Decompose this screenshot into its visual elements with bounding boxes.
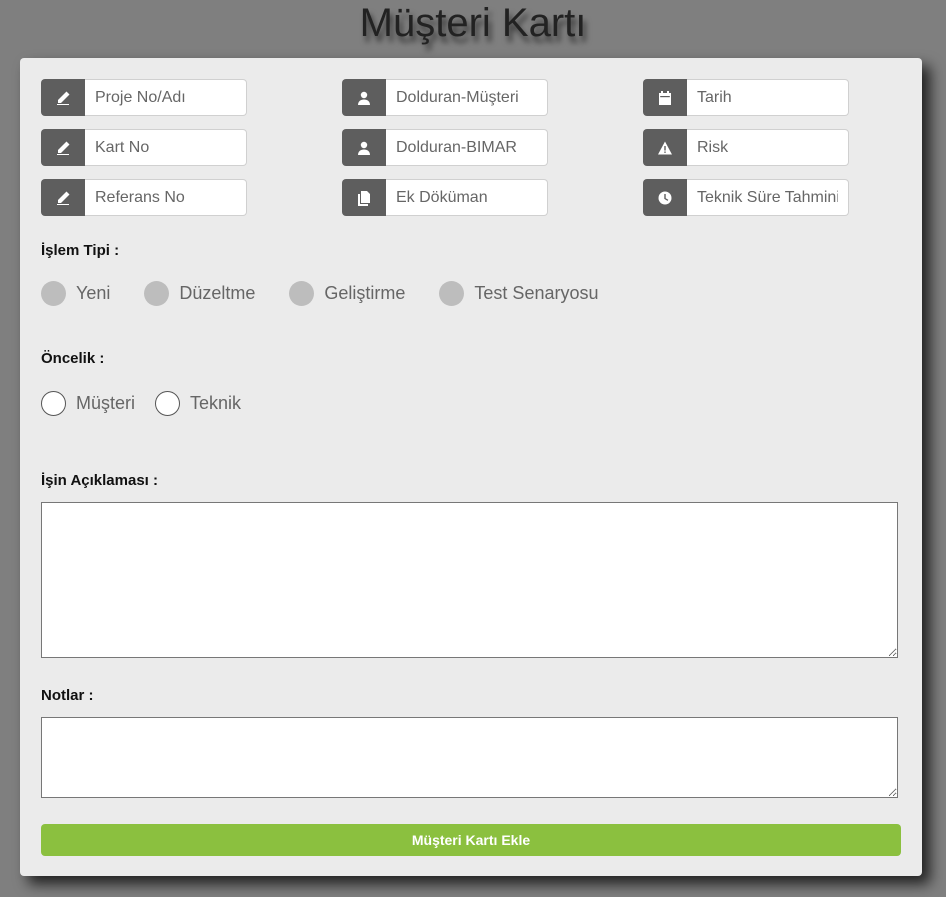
radio-teknik[interactable]: Teknik	[155, 391, 241, 416]
aciklama-textarea[interactable]	[41, 502, 898, 658]
islem-tipi-radio-group: Yeni Düzeltme Geliştirme Test Senaryosu	[41, 281, 633, 306]
radio-gelistirme[interactable]: Geliştirme	[289, 281, 405, 306]
referans-field	[41, 179, 247, 216]
teknik-sure-input[interactable]	[687, 179, 849, 216]
notlar-label: Notlar :	[41, 687, 94, 704]
dolduran-bimar-field	[342, 129, 548, 166]
ek-dokuman-field	[342, 179, 548, 216]
radio-button[interactable]	[41, 281, 66, 306]
radio-button[interactable]	[439, 281, 465, 306]
oncelik-label: Öncelik :	[41, 350, 105, 367]
warning-icon	[643, 129, 687, 166]
referans-input[interactable]	[85, 179, 247, 216]
radio-yeni[interactable]: Yeni	[41, 281, 110, 306]
proje-input[interactable]	[85, 79, 247, 116]
pencil-icon	[41, 179, 85, 216]
dolduran-musteri-field	[342, 79, 548, 116]
tarih-field	[643, 79, 849, 116]
user-icon	[342, 129, 386, 166]
ek-dokuman-input[interactable]	[386, 179, 548, 216]
dolduran-bimar-input[interactable]	[386, 129, 548, 166]
islem-tipi-label: İşlem Tipi :	[41, 242, 120, 259]
calendar-icon	[643, 79, 687, 116]
pencil-icon	[41, 79, 85, 116]
radio-test-senaryosu[interactable]: Test Senaryosu	[439, 281, 599, 306]
kart-input[interactable]	[85, 129, 247, 166]
customer-card-form: İşlem Tipi : Yeni Düzeltme Geliştirme Te…	[20, 58, 922, 876]
teknik-sure-field	[643, 179, 849, 216]
radio-button[interactable]	[155, 391, 181, 416]
oncelik-radio-group: Müşteri Teknik	[41, 391, 261, 416]
page-title: Müşteri Kartı	[359, 1, 587, 45]
risk-input[interactable]	[687, 129, 849, 166]
tarih-input[interactable]	[687, 79, 849, 116]
proje-field	[41, 79, 247, 116]
risk-field	[643, 129, 849, 166]
aciklama-label: İşin Açıklaması :	[41, 472, 158, 489]
radio-button[interactable]	[144, 281, 170, 306]
user-icon	[342, 79, 386, 116]
dolduran-musteri-input[interactable]	[386, 79, 548, 116]
radio-button[interactable]	[41, 391, 66, 416]
radio-button[interactable]	[289, 281, 315, 306]
radio-musteri[interactable]: Müşteri	[41, 391, 135, 416]
pencil-icon	[41, 129, 85, 166]
submit-button[interactable]: Müşteri Kartı Ekle	[41, 824, 901, 856]
radio-duzeltme[interactable]: Düzeltme	[144, 281, 255, 306]
document-icon	[342, 179, 386, 216]
notlar-textarea[interactable]	[41, 717, 898, 798]
kart-field	[41, 129, 247, 166]
clock-icon	[643, 179, 687, 216]
